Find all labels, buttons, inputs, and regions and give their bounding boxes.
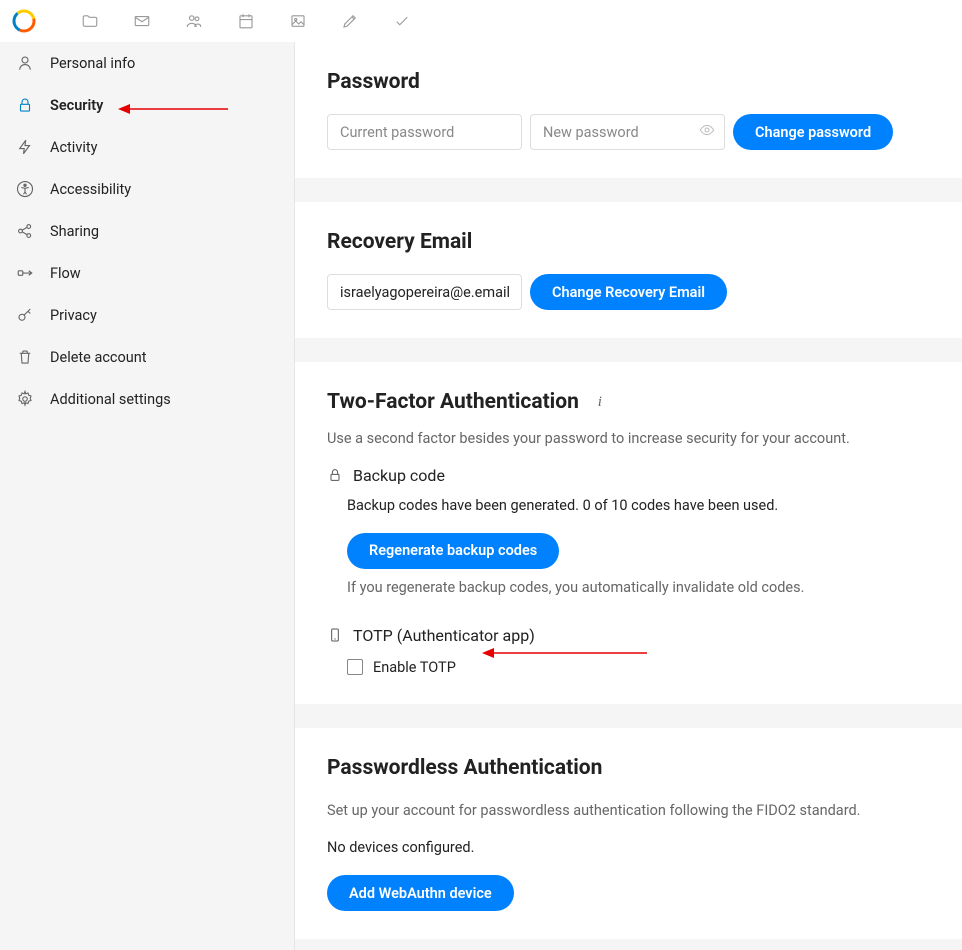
- sidebar-item-label: Accessibility: [50, 181, 131, 198]
- recovery-title: Recovery Email: [327, 230, 930, 254]
- sidebar-item-label: Delete account: [50, 349, 147, 366]
- accessibility-icon: [16, 180, 34, 198]
- recovery-email-section: Recovery Email Change Recovery Email: [295, 202, 962, 338]
- passwordless-desc: Set up your account for passwordless aut…: [327, 800, 930, 822]
- lock-icon: [327, 467, 343, 483]
- image-icon[interactable]: [276, 0, 320, 42]
- backup-code-note: If you regenerate backup codes, you auto…: [347, 579, 930, 596]
- check-icon[interactable]: [380, 0, 424, 42]
- key-icon: [16, 306, 34, 324]
- totp-subsection: TOTP (Authenticator app) Enable TOTP: [327, 626, 930, 676]
- sidebar-item-flow[interactable]: Flow: [0, 252, 294, 294]
- enable-totp-label: Enable TOTP: [373, 659, 456, 676]
- share-icon: [16, 222, 34, 240]
- trash-icon: [16, 348, 34, 366]
- change-password-button[interactable]: Change password: [733, 114, 893, 150]
- sidebar-item-label: Activity: [50, 139, 97, 156]
- sidebar-item-activity[interactable]: Activity: [0, 126, 294, 168]
- topbar: [0, 0, 962, 42]
- backup-code-status: Backup codes have been generated. 0 of 1…: [347, 495, 930, 517]
- sidebar-item-personal-info[interactable]: Personal info: [0, 42, 294, 84]
- sidebar-item-label: Flow: [50, 265, 81, 282]
- sidebar-item-delete-account[interactable]: Delete account: [0, 336, 294, 378]
- backup-code-title: Backup code: [327, 466, 930, 485]
- sidebar-item-label: Privacy: [50, 307, 97, 324]
- totp-title: TOTP (Authenticator app): [327, 626, 930, 645]
- backup-code-title-text: Backup code: [353, 466, 445, 485]
- sidebar-item-label: Sharing: [50, 223, 99, 240]
- passwordless-section: Passwordless Authentication Set up your …: [295, 728, 962, 940]
- eye-icon[interactable]: [699, 122, 715, 142]
- folder-icon[interactable]: [68, 0, 112, 42]
- recovery-email-input[interactable]: [327, 274, 522, 310]
- gear-icon: [16, 390, 34, 408]
- sidebar-item-additional-settings[interactable]: Additional settings: [0, 378, 294, 420]
- lock-icon: [16, 96, 34, 114]
- content-area: Password Change password Recovery Email …: [295, 42, 962, 950]
- info-icon[interactable]: i: [591, 393, 609, 411]
- flow-icon: [16, 264, 34, 282]
- two-factor-section: Two-Factor Authentication i Use a second…: [295, 362, 962, 704]
- main-content: Personal info Security Activity Accessib…: [0, 42, 962, 950]
- regenerate-backup-codes-button[interactable]: Regenerate backup codes: [347, 533, 559, 569]
- password-title: Password: [327, 70, 930, 94]
- add-webauthn-device-button[interactable]: Add WebAuthn device: [327, 875, 514, 911]
- new-password-input[interactable]: [530, 114, 725, 150]
- pencil-icon[interactable]: [328, 0, 372, 42]
- sidebar-item-sharing[interactable]: Sharing: [0, 210, 294, 252]
- mail-icon[interactable]: [120, 0, 164, 42]
- change-recovery-email-button[interactable]: Change Recovery Email: [530, 274, 727, 310]
- sidebar-item-label: Security: [50, 97, 103, 114]
- app-logo[interactable]: [12, 9, 36, 33]
- bolt-icon: [16, 138, 34, 156]
- two-factor-title: Two-Factor Authentication: [327, 390, 579, 414]
- current-password-input[interactable]: [327, 114, 522, 150]
- sidebar-item-security[interactable]: Security: [0, 84, 294, 126]
- backup-code-subsection: Backup code Backup codes have been gener…: [327, 466, 930, 596]
- totp-title-text: TOTP (Authenticator app): [353, 626, 535, 645]
- calendar-icon[interactable]: [224, 0, 268, 42]
- password-section: Password Change password: [295, 42, 962, 178]
- phone-icon: [327, 627, 343, 643]
- enable-totp-checkbox[interactable]: [347, 659, 363, 675]
- users-icon[interactable]: [172, 0, 216, 42]
- sidebar-item-accessibility[interactable]: Accessibility: [0, 168, 294, 210]
- sidebar: Personal info Security Activity Accessib…: [0, 42, 295, 950]
- sidebar-item-label: Additional settings: [50, 391, 171, 408]
- user-icon: [16, 54, 34, 72]
- sidebar-item-label: Personal info: [50, 55, 135, 72]
- two-factor-desc: Use a second factor besides your passwor…: [327, 428, 930, 450]
- passwordless-title: Passwordless Authentication: [327, 756, 930, 780]
- passwordless-status: No devices configured.: [327, 837, 930, 859]
- sidebar-item-privacy[interactable]: Privacy: [0, 294, 294, 336]
